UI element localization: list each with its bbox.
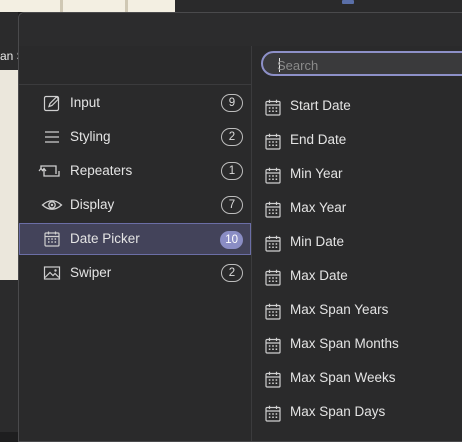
background-marker xyxy=(342,0,354,4)
repeat-arrows-icon xyxy=(38,162,62,180)
component-list-item[interactable]: Max Span Days xyxy=(252,395,462,429)
calendar-icon xyxy=(265,133,281,150)
component-list-item[interactable]: Max Date xyxy=(252,259,462,293)
component-label: End Date xyxy=(290,132,347,147)
component-label: Max Year xyxy=(290,200,347,215)
component-label: Max Span Months xyxy=(290,336,399,351)
count-badge: 1 xyxy=(221,162,243,180)
category-label: Display xyxy=(70,197,115,212)
component-list-item[interactable]: Min Date xyxy=(252,225,462,259)
component-list-item[interactable]: Max Span Years xyxy=(252,293,462,327)
calendar-icon xyxy=(265,167,281,184)
calendar-icon xyxy=(265,201,281,218)
category-label: Styling xyxy=(70,129,111,144)
category-date-picker[interactable]: Date Picker 10 xyxy=(19,223,251,255)
category-styling[interactable]: Styling 2 xyxy=(19,121,251,153)
component-label: Min Year xyxy=(290,166,343,181)
category-repeaters[interactable]: Repeaters 1 xyxy=(19,155,251,187)
category-display[interactable]: Display 7 xyxy=(19,189,251,221)
calendar-icon xyxy=(265,303,281,320)
sidebar-header xyxy=(19,46,251,85)
background-app-strip xyxy=(0,0,175,12)
component-picker-dialog: Input 9 Styling 2 Repeaters 1 Display 7 xyxy=(18,12,462,442)
count-badge: 2 xyxy=(221,264,243,282)
background-app-dark-strip xyxy=(175,0,462,12)
calendar-icon xyxy=(43,230,61,248)
calendar-icon xyxy=(265,405,281,422)
search-field[interactable] xyxy=(261,51,462,76)
background-divider xyxy=(125,0,128,12)
calendar-icon xyxy=(265,337,281,354)
background-left-light-area xyxy=(0,70,18,280)
component-label: Max Date xyxy=(290,268,348,283)
count-badge: 7 xyxy=(221,196,243,214)
category-input[interactable]: Input 9 xyxy=(19,87,251,119)
search-input[interactable] xyxy=(275,55,462,75)
category-label: Date Picker xyxy=(70,231,140,246)
eye-icon xyxy=(41,196,63,214)
component-list-item[interactable]: Min Year xyxy=(252,157,462,191)
category-label: Repeaters xyxy=(70,163,133,178)
dialog-titlebar[interactable] xyxy=(19,13,462,47)
image-icon xyxy=(43,264,61,282)
component-list-item[interactable]: Max Year xyxy=(252,191,462,225)
category-sidebar: Input 9 Styling 2 Repeaters 1 Display 7 xyxy=(19,46,252,441)
calendar-icon xyxy=(265,269,281,286)
component-label: Max Span Days xyxy=(290,404,386,419)
lines-icon xyxy=(43,128,61,146)
pencil-square-icon xyxy=(43,94,61,112)
count-badge: 9 xyxy=(221,94,243,112)
count-badge: 2 xyxy=(221,128,243,146)
component-list-item[interactable]: Max Span Months xyxy=(252,327,462,361)
background-left-text: an S xyxy=(0,49,18,63)
component-label: Start Date xyxy=(290,98,351,113)
category-label: Swiper xyxy=(70,265,112,280)
calendar-icon xyxy=(265,99,281,116)
category-label: Input xyxy=(70,95,101,110)
component-label: Min Date xyxy=(290,234,345,249)
count-badge: 10 xyxy=(220,231,243,249)
category-swiper[interactable]: Swiper 2 xyxy=(19,257,251,289)
component-list-item[interactable]: Start Date xyxy=(252,89,462,123)
component-list-panel: Start Date End Date Min Year Max Year Min Da… xyxy=(252,46,462,441)
component-label: Max Span Weeks xyxy=(290,370,396,385)
component-list-item[interactable]: End Date xyxy=(252,123,462,157)
calendar-icon xyxy=(265,371,281,388)
background-divider xyxy=(60,0,63,12)
calendar-icon xyxy=(265,235,281,252)
component-label: Max Span Years xyxy=(290,302,389,317)
component-list-item[interactable]: Max Span Weeks xyxy=(252,361,462,395)
